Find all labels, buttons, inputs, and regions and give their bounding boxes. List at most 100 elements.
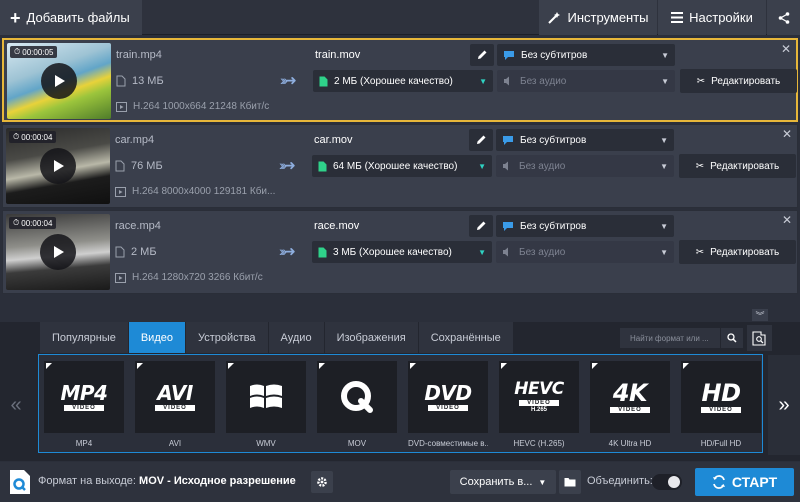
add-files-button[interactable]: + Добавить файлы bbox=[0, 0, 142, 35]
file-row[interactable]: ⏱ 00:00:05 train.mp4 13 МБ H.264 1000x66… bbox=[2, 38, 798, 122]
tab-images[interactable]: Изображения bbox=[324, 322, 419, 353]
file-row[interactable]: ⏱ 00:00:04 race.mp4 2 МБ H.264 1280x720 … bbox=[2, 210, 798, 294]
tab-saved[interactable]: Сохранённые bbox=[418, 322, 514, 353]
pencil-icon bbox=[478, 50, 487, 59]
quality-select[interactable]: 3 МБ (Хорошее качество) ▼ bbox=[312, 241, 492, 263]
audio-select[interactable]: Без аудио ▼ bbox=[497, 70, 675, 92]
file-icon bbox=[116, 75, 126, 87]
rename-button[interactable] bbox=[469, 215, 493, 237]
tab-popular[interactable]: Популярные bbox=[40, 322, 129, 353]
format-tile-wmv[interactable]: WMV bbox=[226, 361, 306, 451]
video-thumbnail[interactable]: ⏱ 00:00:04 bbox=[6, 214, 110, 290]
play-button[interactable] bbox=[40, 148, 76, 184]
file-row[interactable]: ⏱ 00:00:04 car.mp4 76 МБ H.264 8000x4000… bbox=[2, 124, 798, 208]
close-icon[interactable]: ✕ bbox=[781, 42, 791, 56]
save-to-button[interactable]: Сохранить в... ▼ bbox=[450, 470, 556, 494]
play-button[interactable] bbox=[41, 63, 77, 99]
format-tile-4k[interactable]: 4K VIDEO 4K Ultra HD bbox=[590, 361, 670, 451]
toggle-knob bbox=[668, 476, 680, 488]
video-thumbnail[interactable]: ⏱ 00:00:04 bbox=[6, 128, 110, 204]
scissors-icon: ✂ bbox=[696, 75, 706, 87]
file-icon bbox=[115, 160, 125, 172]
file-list: ⏱ 00:00:05 train.mp4 13 МБ H.264 1000x66… bbox=[0, 36, 800, 298]
clock-icon: ⏱ bbox=[13, 218, 20, 227]
format-label: MP4 bbox=[75, 439, 93, 448]
output-file-name[interactable]: race.mov bbox=[310, 215, 468, 237]
tab-video[interactable]: Видео bbox=[128, 322, 186, 353]
format-tile-dvd[interactable]: DVD VIDEO DVD-совместимые в... bbox=[408, 361, 488, 451]
find-format-button[interactable] bbox=[747, 325, 772, 351]
settings-button[interactable]: Настройки bbox=[658, 0, 766, 35]
subtitles-text: Без субтитров bbox=[520, 220, 587, 232]
subtitles-select[interactable]: Без субтитров ▼ bbox=[496, 215, 674, 237]
source-size-text: 2 МБ bbox=[131, 246, 157, 258]
scroll-right-button[interactable]: » bbox=[768, 355, 800, 455]
rename-button[interactable] bbox=[470, 44, 494, 66]
video-thumbnail[interactable]: ⏱ 00:00:05 bbox=[7, 43, 111, 119]
duration-text: 00:00:04 bbox=[21, 218, 53, 228]
format-tile-avi[interactable]: AVI VIDEO AVI bbox=[135, 361, 215, 451]
rename-button[interactable] bbox=[469, 129, 493, 151]
format-logo-text: DVD bbox=[424, 381, 472, 405]
output-format-label[interactable]: Формат на выходе: MOV - Исходное разреше… bbox=[38, 475, 296, 487]
video-info-icon bbox=[115, 186, 126, 197]
speaker-icon bbox=[503, 247, 508, 257]
format-tile-hevc[interactable]: HEVC VIDEO H.265 HEVC (H.265) bbox=[499, 361, 579, 451]
tab-audio[interactable]: Аудио bbox=[268, 322, 325, 353]
quality-select[interactable]: 64 МБ (Хорошее качество) ▼ bbox=[312, 155, 492, 177]
speaker-icon bbox=[504, 76, 509, 86]
output-format-icon bbox=[10, 470, 30, 494]
quality-select[interactable]: 2 МБ (Хорошее качество) ▼ bbox=[313, 70, 493, 92]
edit-button[interactable]: ✂ Редактировать bbox=[679, 154, 796, 178]
close-icon[interactable]: ✕ bbox=[782, 127, 792, 141]
tab-devices[interactable]: Устройства bbox=[185, 322, 269, 353]
open-folder-button[interactable] bbox=[559, 470, 581, 494]
scissors-icon: ✂ bbox=[695, 160, 705, 172]
format-label: HD/Full HD bbox=[700, 439, 742, 448]
close-icon[interactable]: ✕ bbox=[782, 213, 792, 227]
edit-label: Редактировать bbox=[711, 75, 781, 87]
format-tile-mov[interactable]: MOV bbox=[317, 361, 397, 451]
edit-label: Редактировать bbox=[710, 246, 780, 258]
tools-label: Инструменты bbox=[567, 10, 649, 25]
corner-marker bbox=[319, 363, 325, 369]
duration-badge: ⏱ 00:00:04 bbox=[9, 131, 57, 143]
merge-toggle[interactable] bbox=[652, 474, 682, 490]
search-button[interactable] bbox=[721, 328, 743, 348]
format-logo-sub: VIDEO bbox=[155, 405, 195, 411]
video-info-icon bbox=[115, 272, 126, 283]
share-button[interactable] bbox=[767, 0, 800, 35]
start-button[interactable]: СТАРТ bbox=[695, 468, 794, 496]
format-search-input[interactable] bbox=[620, 328, 720, 348]
source-codec: H.264 8000x4000 129181 Кби... bbox=[115, 186, 275, 197]
format-label: WMV bbox=[256, 439, 276, 448]
corner-marker bbox=[592, 363, 598, 369]
play-button[interactable] bbox=[40, 234, 76, 270]
clock-icon: ⏱ bbox=[14, 47, 21, 56]
subtitles-select[interactable]: Без субтитров ▼ bbox=[497, 44, 675, 66]
pencil-icon bbox=[477, 221, 486, 230]
format-tile-hd[interactable]: HD VIDEO HD/Full HD bbox=[681, 361, 761, 451]
clock-icon: ⏱ bbox=[13, 132, 20, 141]
output-file-name[interactable]: car.mov bbox=[310, 129, 468, 151]
subtitles-select[interactable]: Без субтитров ▼ bbox=[496, 129, 674, 151]
edit-button[interactable]: ✂ Редактировать bbox=[680, 69, 797, 93]
format-settings-button[interactable] bbox=[311, 471, 333, 493]
search-icon bbox=[727, 333, 737, 343]
subtitles-icon bbox=[503, 135, 513, 145]
edit-button[interactable]: ✂ Редактировать bbox=[679, 240, 796, 264]
audio-select[interactable]: Без аудио ▼ bbox=[496, 241, 674, 263]
scroll-left-button[interactable]: « bbox=[0, 355, 32, 455]
subtitles-text: Без субтитров bbox=[520, 134, 587, 146]
format-label: DVD-совместимые в... bbox=[408, 439, 488, 448]
collapse-panel-button[interactable]: ︾ bbox=[752, 309, 768, 321]
double-chevron-right-icon: » bbox=[778, 393, 790, 416]
tools-button[interactable]: Инструменты bbox=[539, 0, 657, 35]
output-file-name[interactable]: train.mov bbox=[311, 44, 469, 66]
chevron-down-icon: ▼ bbox=[478, 161, 486, 171]
audio-select[interactable]: Без аудио ▼ bbox=[496, 155, 674, 177]
format-logo-sub: VIDEO bbox=[519, 400, 559, 406]
format-logo-text: HEVC bbox=[514, 379, 564, 399]
format-tile-mp4[interactable]: MP4 VIDEO MP4 bbox=[44, 361, 124, 451]
chevron-down-icon: ▼ bbox=[478, 247, 486, 257]
